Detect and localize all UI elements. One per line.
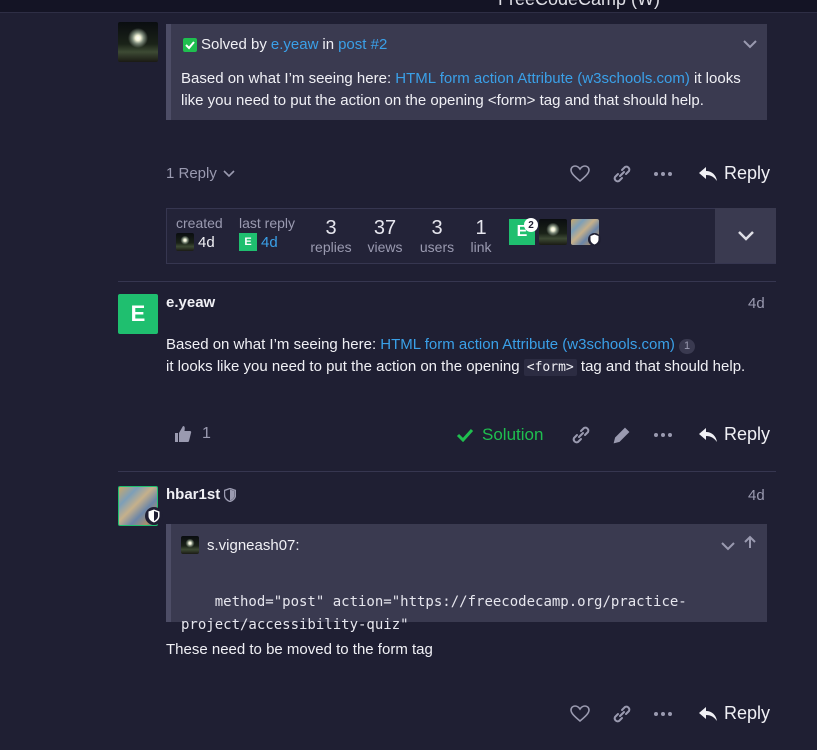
more-options-icon[interactable] — [652, 425, 674, 445]
reply-icon — [699, 706, 717, 721]
post-text: tag and that should help. — [580, 358, 746, 375]
more-options-icon[interactable] — [652, 704, 674, 724]
solved-in: in — [322, 36, 335, 53]
solution-button[interactable]: Solution — [456, 425, 543, 445]
stat-users: 3 users — [419, 217, 455, 255]
reply-icon — [699, 427, 717, 442]
like-icon[interactable] — [569, 164, 591, 184]
post-time[interactable]: 4d — [748, 295, 765, 312]
topic-title: FreeCodeCamp (W) — [498, 0, 660, 10]
avatar[interactable] — [176, 233, 194, 251]
stat-links: 1 link — [470, 217, 492, 255]
post-body: Based on what I’m seeing here: HTML form… — [166, 334, 766, 379]
link-icon[interactable] — [611, 164, 633, 184]
participant-avatar[interactable] — [539, 219, 567, 245]
link-icon[interactable] — [570, 425, 592, 445]
quote-external-link[interactable]: HTML form action Attribute (w3schools.co… — [395, 70, 690, 87]
quote-text-after: it looks — [694, 70, 741, 87]
quote-block: s.vigneash07: method="post" action="http… — [166, 524, 767, 633]
avatar[interactable]: E — [239, 233, 257, 251]
stat-views: 37 views — [367, 217, 403, 255]
avatar[interactable] — [181, 536, 199, 554]
created-value: 4d — [198, 233, 215, 251]
code-line: method="post" action="https://freecodeca… — [214, 594, 687, 610]
post-text: it looks like you need to put the action… — [166, 358, 520, 375]
external-link[interactable]: HTML form action Attribute (w3schools.co… — [380, 336, 675, 353]
username[interactable]: hbar1st — [166, 486, 220, 503]
chevron-down-icon[interactable] — [721, 538, 735, 556]
post-divider — [118, 471, 776, 472]
top-header: FreeCodeCamp (W) — [0, 0, 817, 13]
reply-button[interactable]: Reply — [698, 703, 770, 724]
quote-author[interactable]: s.vigneash07: — [207, 537, 300, 554]
reply-button[interactable]: Reply — [698, 424, 770, 445]
pencil-icon[interactable] — [611, 425, 633, 445]
created-label: created — [176, 215, 223, 231]
like-icon[interactable] — [569, 704, 591, 724]
solved-prefix: Solved by — [201, 36, 267, 53]
more-options-icon[interactable] — [652, 164, 674, 184]
checkbox-checked-icon — [183, 37, 197, 52]
quote-text-before: Based on what I’m seeing here: — [181, 70, 392, 87]
solution-author-link[interactable]: e.yeaw — [271, 36, 319, 53]
arrow-up-icon[interactable] — [743, 535, 757, 554]
chevron-down-icon[interactable] — [743, 36, 757, 54]
avatar[interactable]: E — [118, 294, 158, 334]
reply-label: Reply — [724, 424, 771, 444]
stat-replies: 3 replies — [310, 217, 352, 255]
like-count-button[interactable]: 1 — [174, 425, 211, 443]
reply-label: Reply — [724, 163, 771, 183]
topic-map: created 4d last reply E 4d 3 replies 37 … — [166, 208, 776, 264]
post-text: These need to be moved to the form tag — [166, 641, 433, 658]
username[interactable]: e.yeaw — [166, 294, 215, 311]
topic-map-expand-button[interactable] — [715, 208, 776, 263]
last-reply-label: last reply — [239, 215, 296, 231]
shield-icon — [145, 507, 163, 525]
post-time[interactable]: 4d — [748, 487, 765, 504]
replies-toggle[interactable]: 1 Reply — [166, 165, 235, 182]
solution-post-link[interactable]: post #2 — [338, 36, 387, 53]
thumbs-up-icon — [175, 426, 192, 442]
avatar[interactable] — [118, 22, 158, 62]
replies-toggle-label: 1 Reply — [166, 165, 217, 182]
post-divider — [118, 281, 776, 282]
post-text: Based on what I’m seeing here: — [166, 336, 377, 353]
link-icon[interactable] — [611, 704, 633, 724]
reply-icon — [699, 166, 717, 181]
reply-label: Reply — [724, 703, 771, 723]
like-count: 1 — [202, 425, 211, 442]
shield-icon — [588, 233, 601, 246]
shield-icon — [224, 487, 237, 502]
reply-button[interactable]: Reply — [698, 163, 770, 184]
last-reply-value[interactable]: 4d — [261, 234, 278, 251]
check-icon — [456, 428, 474, 442]
link-click-count: 1 — [679, 339, 696, 354]
solution-label: Solution — [482, 425, 544, 444]
chevron-down-icon — [223, 169, 235, 177]
inline-code: <form> — [523, 359, 577, 376]
participant-post-count-badge: 2 — [524, 218, 538, 232]
chevron-down-icon — [737, 230, 754, 241]
solution-quote: Solved by e.yeaw in post #2 Based on wha… — [166, 24, 767, 120]
quote-text-line2: like you need to put the action on the o… — [181, 92, 704, 109]
code-line: project/accessibility-quiz" — [181, 617, 409, 633]
